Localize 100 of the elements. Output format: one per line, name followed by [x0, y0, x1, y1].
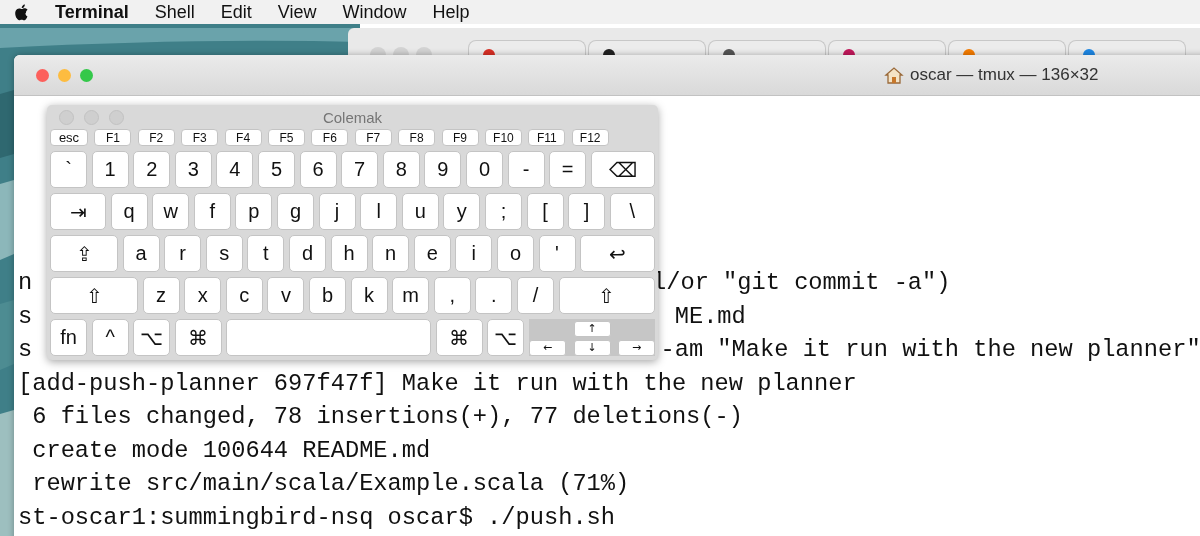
arrow-key[interactable]: →	[618, 340, 655, 356]
function-key[interactable]: esc	[50, 129, 88, 146]
keyboard-key[interactable]: 1	[91, 151, 129, 188]
keyboard-key[interactable]: g	[276, 193, 314, 230]
keyboard-key[interactable]: d	[288, 235, 326, 272]
menu-item[interactable]: Window	[342, 1, 407, 23]
modifier-key[interactable]: ⌥	[133, 319, 171, 356]
keyboard-key[interactable]: z	[142, 277, 180, 314]
terminal-text: n	[18, 269, 33, 296]
keyboard-key[interactable]: n	[372, 235, 410, 272]
function-key[interactable]: F6	[311, 129, 349, 146]
keyboard-key[interactable]: r	[164, 235, 202, 272]
keyboard-key[interactable]: ↩	[580, 235, 655, 272]
keyboard-key[interactable]: [	[526, 193, 564, 230]
keyboard-key[interactable]: 6	[299, 151, 337, 188]
function-key[interactable]: F4	[224, 129, 262, 146]
site-icon	[603, 49, 615, 55]
keyboard-key[interactable]: ]	[568, 193, 606, 230]
keyboard-key[interactable]: a	[122, 235, 160, 272]
keyboard-key[interactable]: '	[538, 235, 576, 272]
browser-tab[interactable]	[708, 40, 826, 55]
keyboard-key[interactable]: 3	[174, 151, 212, 188]
keyboard-key[interactable]: t	[247, 235, 285, 272]
keyboard-key[interactable]: .	[475, 277, 513, 314]
menu-item[interactable]: Terminal	[55, 1, 129, 23]
keyboard-key[interactable]: i	[455, 235, 493, 272]
terminal-text: st-oscar1:summingbird-nsq oscar$ ./push.sh	[18, 503, 616, 531]
keyboard-key[interactable]: v	[267, 277, 305, 314]
keyboard-key[interactable]: l	[360, 193, 398, 230]
terminal-text: s	[18, 302, 33, 330]
terminal-text: ME.md	[674, 302, 746, 330]
minimize-icon[interactable]	[58, 68, 71, 82]
keyboard-key[interactable]: 7	[341, 151, 379, 188]
keyboard-key[interactable]: m	[392, 277, 430, 314]
arrow-key[interactable]: ↑	[573, 321, 611, 337]
keyboard-key[interactable]: 0	[465, 151, 503, 188]
close-icon[interactable]	[36, 68, 49, 82]
keyboard-key[interactable]: b	[308, 277, 346, 314]
function-key[interactable]: F11	[528, 129, 566, 146]
menu-item[interactable]: View	[277, 1, 317, 23]
keyboard-key[interactable]: 5	[257, 151, 295, 188]
window-button-icon[interactable]	[416, 47, 432, 55]
keyboard-key[interactable]: h	[330, 235, 368, 272]
menu-item[interactable]: Shell	[154, 1, 195, 23]
keyboard-key[interactable]: c	[225, 277, 263, 314]
keyboard-key[interactable]: e	[413, 235, 451, 272]
function-key[interactable]: F3	[181, 129, 219, 146]
zoom-icon[interactable]	[80, 68, 93, 82]
keyboard-key[interactable]: o	[496, 235, 534, 272]
keyboard-key[interactable]: p	[235, 193, 273, 230]
function-key[interactable]: F10	[484, 129, 522, 146]
keyboard-key[interactable]: ⇥	[50, 193, 106, 230]
keyboard-key[interactable]: w	[152, 193, 190, 230]
function-key[interactable]: F8	[398, 129, 436, 146]
modifier-key[interactable]: ⌘	[435, 319, 483, 356]
modifier-key[interactable]: ^	[91, 319, 129, 356]
keyboard-key[interactable]: \	[609, 193, 655, 230]
site-icon	[963, 49, 975, 55]
window-button-icon[interactable]	[370, 47, 386, 55]
menu-item[interactable]: Edit	[220, 1, 252, 23]
keyboard-key[interactable]: ⌫	[590, 151, 655, 188]
function-key[interactable]: F5	[267, 129, 305, 146]
modifier-key[interactable]: fn	[50, 319, 87, 356]
keyboard-key[interactable]: 4	[216, 151, 254, 188]
keyboard-key[interactable]: q	[110, 193, 148, 230]
terminal-text: -am "Make it run with the new planner"	[660, 336, 1200, 363]
function-key[interactable]: F7	[354, 129, 392, 146]
keyboard-key[interactable]: ⇧	[50, 277, 138, 314]
keyboard-key[interactable]: -	[507, 151, 545, 188]
keyboard-key[interactable]: x	[184, 277, 222, 314]
browser-tab[interactable]	[588, 40, 706, 55]
function-key[interactable]: F9	[441, 129, 479, 146]
terminal-text: create mode 100644 README.md	[31, 436, 431, 464]
modifier-key[interactable]: ⌘	[174, 319, 222, 356]
keyboard-key[interactable]: ;	[484, 193, 522, 230]
modifier-key[interactable]: ⌥	[487, 319, 525, 356]
space-key[interactable]	[226, 319, 432, 356]
keyboard-key[interactable]: `	[50, 151, 87, 188]
keyboard-key[interactable]: 2	[133, 151, 171, 188]
function-key[interactable]: F2	[137, 129, 175, 146]
terminal-text: rewrite src/main/scala/Example.scala (71%)	[31, 470, 630, 497]
function-key[interactable]: F1	[94, 129, 132, 146]
arrow-key[interactable]: ←	[529, 340, 566, 356]
keyboard-key[interactable]: ⇧	[558, 277, 655, 314]
menu-item[interactable]: Help	[432, 1, 470, 23]
function-key[interactable]: F12	[571, 129, 609, 146]
keyboard-key[interactable]: =	[549, 151, 587, 188]
keyboard-key[interactable]: 8	[382, 151, 420, 188]
arrow-key[interactable]: ↓	[573, 340, 611, 356]
window-button-icon[interactable]	[393, 47, 409, 55]
keyboard-key[interactable]: 9	[424, 151, 462, 188]
keyboard-key[interactable]: j	[318, 193, 356, 230]
keyboard-key[interactable]: u	[401, 193, 439, 230]
keyboard-key[interactable]: k	[350, 277, 388, 314]
keyboard-key[interactable]: y	[443, 193, 481, 230]
keyboard-key[interactable]: ,	[433, 277, 471, 314]
keyboard-key[interactable]: s	[205, 235, 243, 272]
keyboard-key[interactable]: ⇪	[50, 235, 118, 272]
keyboard-key[interactable]: f	[193, 193, 231, 230]
keyboard-key[interactable]: /	[516, 277, 554, 314]
